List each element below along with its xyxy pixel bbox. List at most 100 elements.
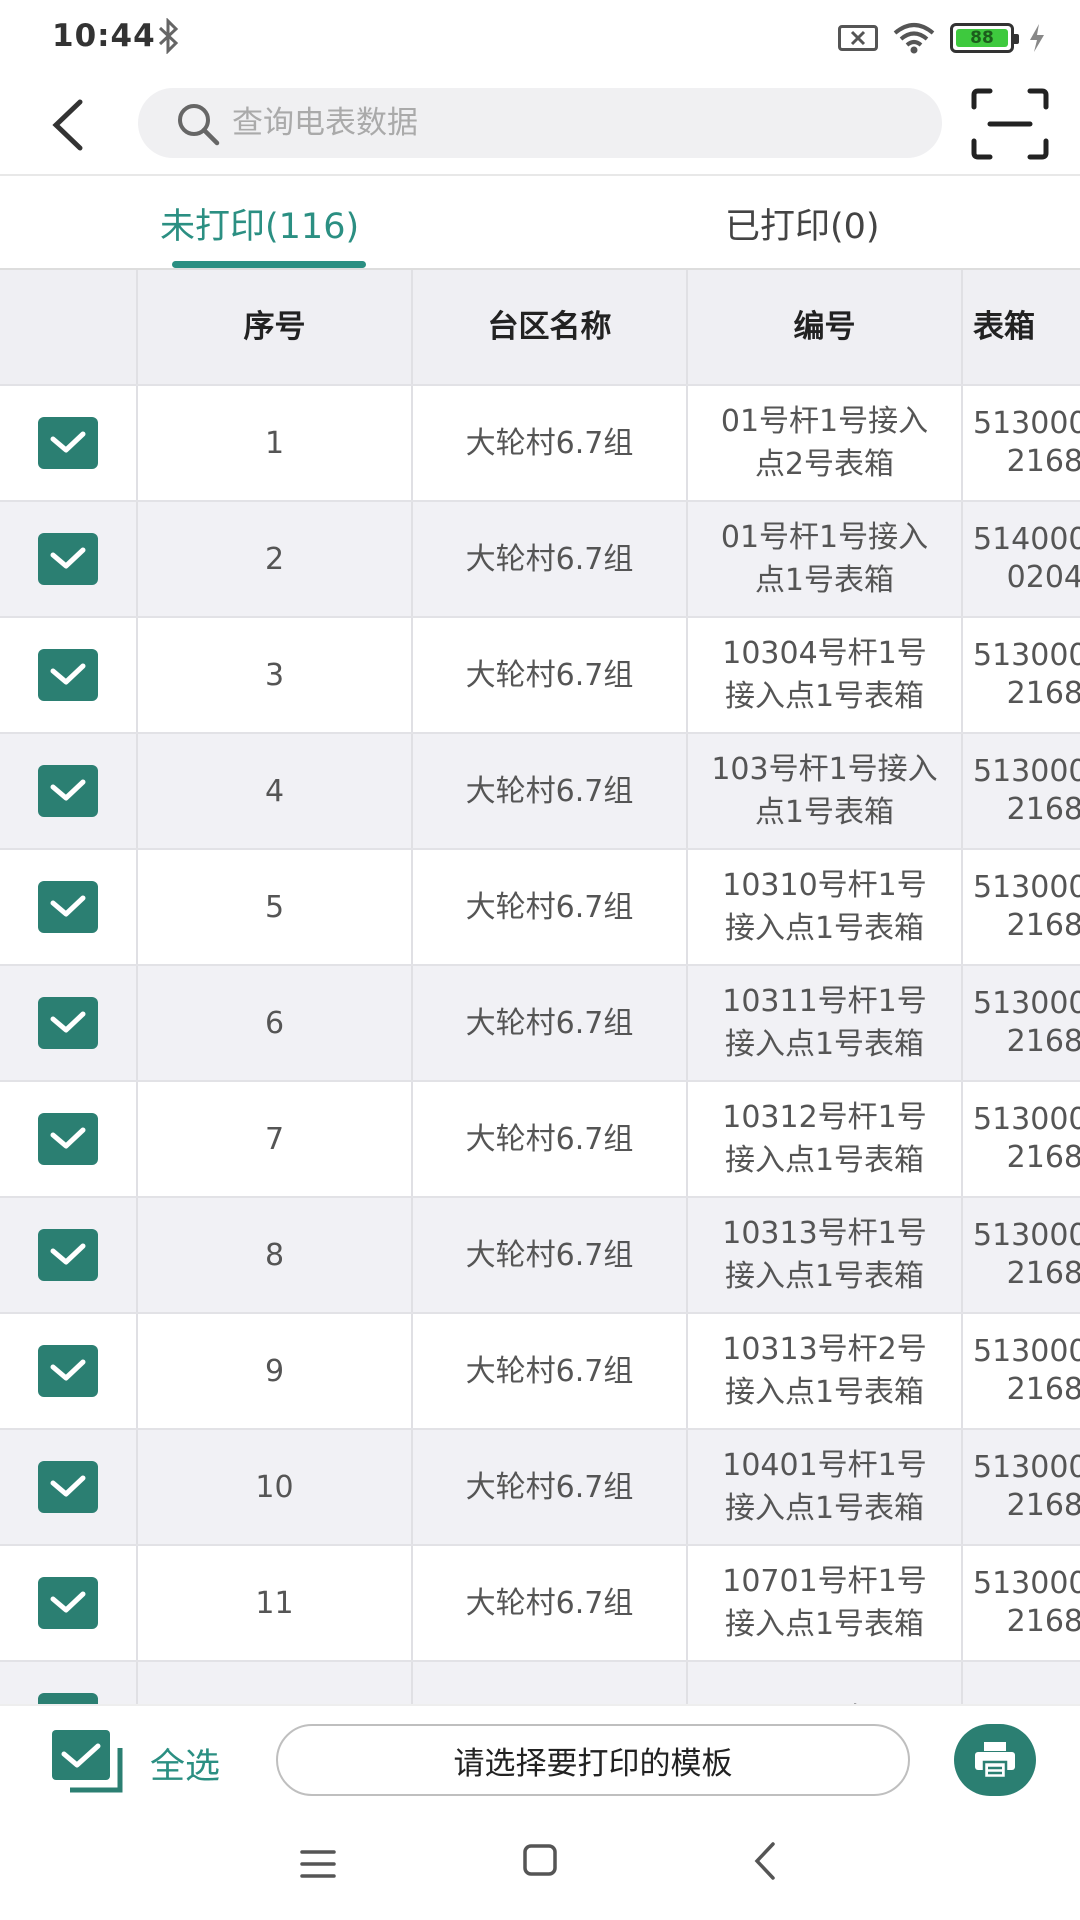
row-box-line2: 2168 [1006, 676, 1080, 711]
row-checkbox[interactable] [38, 997, 98, 1049]
row-checkbox-cell[interactable] [0, 1198, 138, 1312]
back-button[interactable] [38, 93, 98, 157]
row-code-line2: 接入点1号表箱 [724, 1491, 925, 1526]
row-code-line2: 接入点1号表箱 [724, 1259, 925, 1294]
check-icon [50, 1591, 86, 1613]
row-checkbox[interactable] [38, 765, 98, 817]
table-row[interactable]: 2 大轮村6.7组 01号杆1号接入 点1号表箱 514000 0204 [0, 502, 1080, 618]
row-checkbox[interactable] [38, 1461, 98, 1513]
table-row[interactable]: 8 大轮村6.7组 10313号杆1号 接入点1号表箱 513000 2168 [0, 1198, 1080, 1314]
battery-level: 88 [956, 28, 1008, 48]
header-meter-box: 表箱 [963, 270, 1080, 384]
row-code: 10701号杆2号 [688, 1662, 963, 1704]
search-bar[interactable] [138, 88, 942, 158]
select-template-button[interactable]: 请选择要打印的模板 [276, 1724, 910, 1796]
back-nav-icon[interactable] [752, 1840, 778, 1882]
menu-icon[interactable] [298, 1844, 338, 1884]
status-icons: 88 [838, 20, 1046, 56]
row-code-line2: 接入点1号表箱 [724, 1375, 925, 1410]
row-checkbox-cell[interactable] [0, 386, 138, 500]
row-code: 01号杆1号接入 点2号表箱 [688, 386, 963, 500]
page: 10:44 88 查询电表数据 未打印(116) 已打印(0) 序号 台区名称 … [0, 0, 1080, 1920]
row-checkbox[interactable] [38, 1345, 98, 1397]
select-all-label[interactable]: 全选 [150, 1738, 220, 1789]
table-row[interactable]: 6 大轮村6.7组 10311号杆1号 接入点1号表箱 513000 2168 [0, 966, 1080, 1082]
row-box-line1: 513000 [973, 870, 1080, 905]
row-checkbox-cell[interactable] [0, 734, 138, 848]
row-meter-box: 513000 [963, 1662, 1080, 1704]
scan-button[interactable] [970, 87, 1050, 161]
row-checkbox[interactable] [38, 1113, 98, 1165]
row-checkbox[interactable] [38, 881, 98, 933]
bluetooth-icon [158, 18, 179, 54]
table-row[interactable]: 10 大轮村6.7组 10401号杆1号 接入点1号表箱 513000 2168 [0, 1430, 1080, 1546]
row-box-line2: 2168 [1006, 1024, 1080, 1059]
row-checkbox-cell[interactable] [0, 1082, 138, 1196]
table-row[interactable]: 5 大轮村6.7组 10310号杆1号 接入点1号表箱 513000 2168 [0, 850, 1080, 966]
row-checkbox[interactable] [38, 533, 98, 585]
row-box-line1: 513000 [973, 1450, 1080, 1485]
row-checkbox-cell[interactable] [0, 1662, 138, 1704]
printer-icon [975, 1742, 1015, 1780]
row-checkbox-cell[interactable] [0, 1314, 138, 1428]
table-row[interactable]: 1 大轮村6.7组 01号杆1号接入 点2号表箱 513000 2168 [0, 386, 1080, 502]
header-code: 编号 [688, 270, 963, 384]
row-code: 10312号杆1号 接入点1号表箱 [688, 1082, 963, 1196]
home-icon[interactable] [522, 1843, 558, 1877]
table-row[interactable]: 3 大轮村6.7组 10304号杆1号 接入点1号表箱 513000 2168 [0, 618, 1080, 734]
table-row[interactable]: 7 大轮村6.7组 10312号杆1号 接入点1号表箱 513000 2168 [0, 1082, 1080, 1198]
bottom-action-bar: 全选 请选择要打印的模板 [0, 1704, 1080, 1814]
row-area-name: 大轮村6.7组 [413, 734, 688, 848]
row-code-line2: 接入点1号表箱 [724, 679, 925, 714]
table-row[interactable]: 4 大轮村6.7组 103号杆1号接入 点1号表箱 513000 2168 [0, 734, 1080, 850]
battery-icon: 88 [950, 23, 1019, 53]
row-box-line2: 2168 [1006, 908, 1080, 943]
row-meter-box: 513000 2168 [963, 850, 1080, 964]
row-box-line1: 513000 [973, 406, 1080, 441]
row-checkbox[interactable] [38, 649, 98, 701]
row-meter-box: 513000 2168 [963, 386, 1080, 500]
table-row[interactable]: 11 大轮村6.7组 10701号杆1号 接入点1号表箱 513000 2168 [0, 1546, 1080, 1662]
row-checkbox-cell[interactable] [0, 618, 138, 732]
row-code-line2: 接入点1号表箱 [724, 1027, 925, 1062]
row-box-line2: 2168 [1006, 1140, 1080, 1175]
search-input[interactable] [232, 98, 892, 148]
row-box-line1: 513000 [973, 986, 1080, 1021]
row-area-name: 大轮村6.7组 [413, 850, 688, 964]
check-icon [50, 1011, 86, 1033]
row-seq: 7 [138, 1082, 413, 1196]
row-meter-box: 513000 2168 [963, 734, 1080, 848]
row-meter-box: 513000 2168 [963, 1546, 1080, 1660]
meter-table[interactable]: 序号 台区名称 编号 表箱 1 大轮村6.7组 01号杆1号接入 点2号表箱 51300… [0, 268, 1080, 1704]
row-checkbox-cell[interactable] [0, 1546, 138, 1660]
check-icon [50, 663, 86, 685]
row-checkbox-cell[interactable] [0, 966, 138, 1080]
row-code: 10304号杆1号 接入点1号表箱 [688, 618, 963, 732]
row-checkbox[interactable] [38, 1693, 98, 1704]
row-checkbox[interactable] [38, 1229, 98, 1281]
wifi-icon [893, 23, 935, 54]
row-checkbox[interactable] [38, 417, 98, 469]
tab-unprinted[interactable]: 未打印(116) [160, 198, 359, 249]
row-checkbox-cell[interactable] [0, 850, 138, 964]
table-row[interactable]: 9 大轮村6.7组 10313号杆2号 接入点1号表箱 513000 2168 [0, 1314, 1080, 1430]
row-box-line2: 0204 [1006, 560, 1080, 595]
row-box-line2: 2168 [1006, 444, 1080, 479]
row-area-name: 大轮村6.7组 [413, 966, 688, 1080]
print-button[interactable] [954, 1724, 1036, 1796]
row-checkbox-cell[interactable] [0, 1430, 138, 1544]
row-code-line1: 10304号杆1号 [722, 636, 927, 671]
row-code-line2: 点1号表箱 [754, 563, 895, 598]
select-all-icon[interactable] [50, 1728, 126, 1794]
top-bar [0, 75, 1080, 175]
row-meter-box: 513000 2168 [963, 1082, 1080, 1196]
row-code-line1: 01号杆1号接入 [720, 520, 929, 555]
row-box-line1: 513000 [973, 1334, 1080, 1369]
row-seq: 2 [138, 502, 413, 616]
row-code-line1: 10313号杆2号 [722, 1332, 927, 1367]
tab-printed[interactable]: 已打印(0) [725, 198, 880, 249]
row-checkbox-cell[interactable] [0, 502, 138, 616]
row-checkbox[interactable] [38, 1577, 98, 1629]
row-code-line2: 点1号表箱 [754, 795, 895, 830]
table-row[interactable]: 10701号杆2号513000 [0, 1662, 1080, 1704]
